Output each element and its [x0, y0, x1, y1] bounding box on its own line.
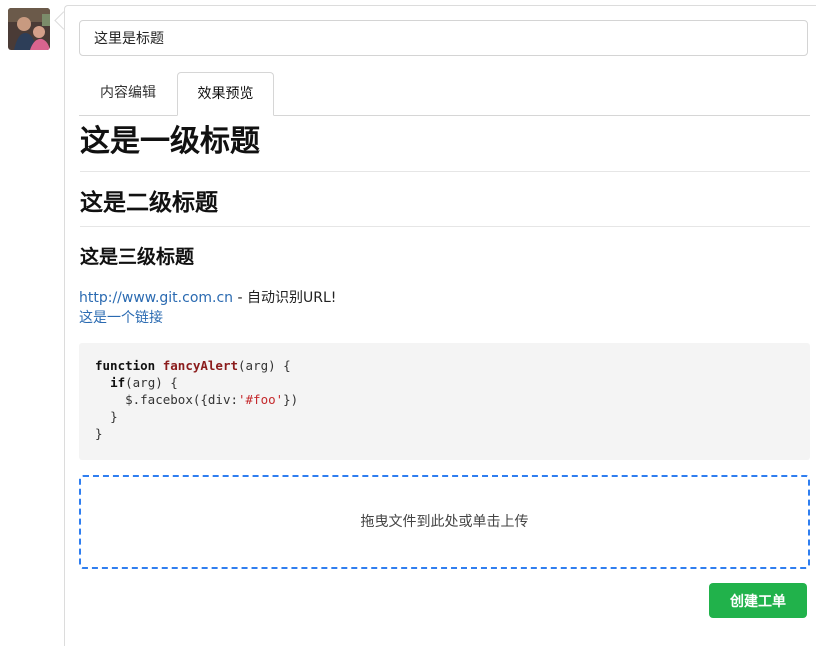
- code-text: $.facebox({div:: [125, 392, 238, 407]
- preview-heading-1: 这是一级标题: [80, 120, 810, 172]
- auto-url-link[interactable]: http://www.git.com.cn: [79, 290, 233, 306]
- code-text: (arg) {: [238, 358, 291, 373]
- preview-link[interactable]: 这是一个链接: [79, 310, 163, 326]
- tab-preview[interactable]: 效果预览: [177, 72, 274, 116]
- code-string: '#foo': [238, 392, 284, 407]
- preview-heading-2: 这是二级标题: [80, 183, 810, 227]
- preview-heading-3: 这是三级标题: [80, 246, 195, 268]
- user-avatar[interactable]: [8, 8, 50, 50]
- auto-url-note: - 自动识别URL!: [233, 290, 337, 306]
- editor-tabs: 内容编辑 效果预览: [79, 72, 810, 116]
- code-text: }): [283, 392, 299, 407]
- title-input[interactable]: [79, 20, 808, 56]
- tab-content-edit[interactable]: 内容编辑: [79, 72, 177, 115]
- code-keyword: if: [110, 375, 126, 390]
- code-text: }: [110, 409, 118, 424]
- preview-paragraph: http://www.git.com.cn - 自动识别URL! 这是一个链接: [79, 288, 336, 328]
- code-text: (arg) {: [125, 375, 178, 390]
- create-ticket-button[interactable]: 创建工单: [709, 583, 807, 618]
- code-text: }: [95, 426, 103, 441]
- code-block: function fancyAlert(arg) { if(arg) { $.f…: [79, 343, 810, 460]
- file-upload-dropzone[interactable]: 拖曳文件到此处或单击上传: [79, 475, 810, 569]
- code-keyword: function: [95, 358, 156, 373]
- code-function-name: fancyAlert: [162, 358, 239, 373]
